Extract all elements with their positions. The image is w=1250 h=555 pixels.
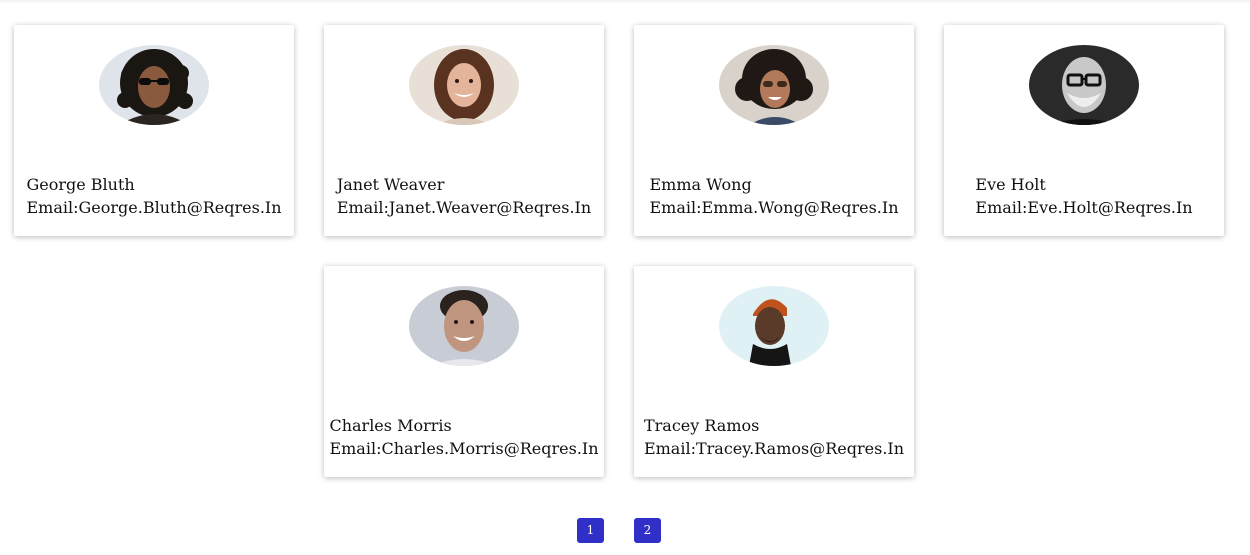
user-avatar [99, 45, 209, 125]
user-name: George Bluth [26, 175, 135, 194]
user-directory-page: George Bluth Email:George.Bluth@Reqres.I… [0, 0, 1250, 555]
user-avatar [409, 45, 519, 125]
person-avatar-curly-hair-icon [719, 45, 829, 125]
page-1-button[interactable]: 1 [577, 518, 604, 543]
user-avatar [409, 286, 519, 366]
user-name: Eve Holt [975, 175, 1046, 194]
user-card: Charles Morris Email:Charles.Morris@Reqr… [324, 266, 604, 477]
user-name: Tracey Ramos [643, 416, 760, 435]
user-email: Email:George.Bluth@Reqres.In [26, 198, 282, 217]
user-card: Janet Weaver Email:Janet.Weaver@Reqres.I… [324, 25, 604, 236]
user-email: Email:Eve.Holt@Reqres.In [975, 198, 1193, 217]
user-card: Emma Wong Email:Emma.Wong@Reqres.In [634, 25, 914, 236]
user-card: George Bluth Email:George.Bluth@Reqres.I… [14, 25, 294, 236]
user-email: Email:Emma.Wong@Reqres.In [649, 198, 899, 217]
user-email: Email:Charles.Morris@Reqres.In [329, 439, 599, 458]
user-avatar [1029, 45, 1139, 125]
person-avatar-sunglasses-icon [99, 45, 209, 125]
top-divider [0, 0, 1250, 4]
person-avatar-glasses-beard-icon [1029, 45, 1139, 125]
user-avatar [719, 45, 829, 125]
user-name: Charles Morris [329, 416, 452, 435]
user-card: Eve Holt Email:Eve.Holt@Reqres.In [944, 25, 1224, 236]
user-card: Tracey Ramos Email:Tracey.Ramos@Reqres.I… [634, 266, 914, 477]
page-2-button[interactable]: 2 [634, 518, 661, 543]
person-avatar-smiling-icon [409, 45, 519, 125]
user-email: Email:Tracey.Ramos@Reqres.In [643, 439, 905, 458]
user-name: Janet Weaver [336, 175, 445, 194]
user-name: Emma Wong [649, 175, 752, 194]
person-avatar-beanie-icon [719, 286, 829, 366]
user-email: Email:Janet.Weaver@Reqres.In [336, 198, 592, 217]
person-avatar-smiling-man-icon [409, 286, 519, 366]
user-avatar [719, 286, 829, 366]
